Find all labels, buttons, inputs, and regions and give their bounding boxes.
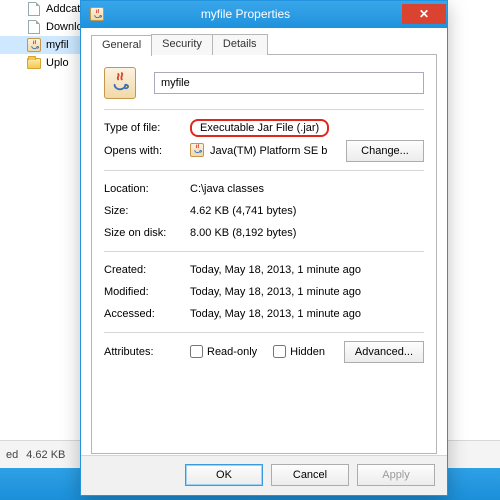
file-type-icon <box>104 67 136 99</box>
file-icon <box>26 19 42 35</box>
readonly-checkbox[interactable]: Read-only <box>190 345 257 358</box>
value-location: C:\java classes <box>190 183 424 195</box>
value-modified: Today, May 18, 2013, 1 minute ago <box>190 286 424 298</box>
tab-panel-general: Type of file: Executable Jar File (.jar)… <box>91 54 437 454</box>
titlebar[interactable]: myfile Properties ✕ <box>81 1 447 28</box>
close-button[interactable]: ✕ <box>402 4 446 24</box>
label-size: Size: <box>104 205 190 217</box>
hidden-input[interactable] <box>273 345 286 358</box>
label-modified: Modified: <box>104 286 190 298</box>
cancel-button[interactable]: Cancel <box>271 464 349 486</box>
dialog-button-row: OK Cancel Apply <box>81 455 447 495</box>
status-size: 4.62 KB <box>26 449 65 461</box>
value-accessed: Today, May 18, 2013, 1 minute ago <box>190 308 424 320</box>
ok-button[interactable]: OK <box>185 464 263 486</box>
folder-icon <box>26 55 42 71</box>
close-icon: ✕ <box>419 7 429 21</box>
label-type: Type of file: <box>104 122 190 134</box>
readonly-label: Read-only <box>207 346 257 358</box>
value-size-on-disk: 8.00 KB (8,192 bytes) <box>190 227 424 239</box>
hidden-checkbox[interactable]: Hidden <box>273 345 325 358</box>
label-size-on-disk: Size on disk: <box>104 227 190 239</box>
properties-dialog: myfile Properties ✕ General Security Det… <box>80 0 448 496</box>
advanced-button[interactable]: Advanced... <box>344 341 424 363</box>
value-type: Executable Jar File (.jar) <box>190 119 329 137</box>
status-text: ed <box>6 449 18 461</box>
label-accessed: Accessed: <box>104 308 190 320</box>
jar-icon <box>26 37 42 53</box>
value-size: 4.62 KB (4,741 bytes) <box>190 205 424 217</box>
apply-button[interactable]: Apply <box>357 464 435 486</box>
java-app-icon <box>190 143 206 159</box>
change-button[interactable]: Change... <box>346 140 424 162</box>
tab-details[interactable]: Details <box>212 34 268 55</box>
label-opens-with: Opens with: <box>104 145 190 157</box>
label-created: Created: <box>104 264 190 276</box>
tab-general[interactable]: General <box>91 35 152 56</box>
value-opens-with: Java(TM) Platform SE b <box>210 145 340 157</box>
file-icon <box>26 1 42 17</box>
value-created: Today, May 18, 2013, 1 minute ago <box>190 264 424 276</box>
tab-strip: General Security Details <box>91 34 437 55</box>
hidden-label: Hidden <box>290 346 325 358</box>
label-location: Location: <box>104 183 190 195</box>
label-attributes: Attributes: <box>104 346 190 358</box>
readonly-input[interactable] <box>190 345 203 358</box>
window-title: myfile Properties <box>89 7 402 21</box>
tab-security[interactable]: Security <box>151 34 213 55</box>
filename-input[interactable] <box>154 72 424 94</box>
